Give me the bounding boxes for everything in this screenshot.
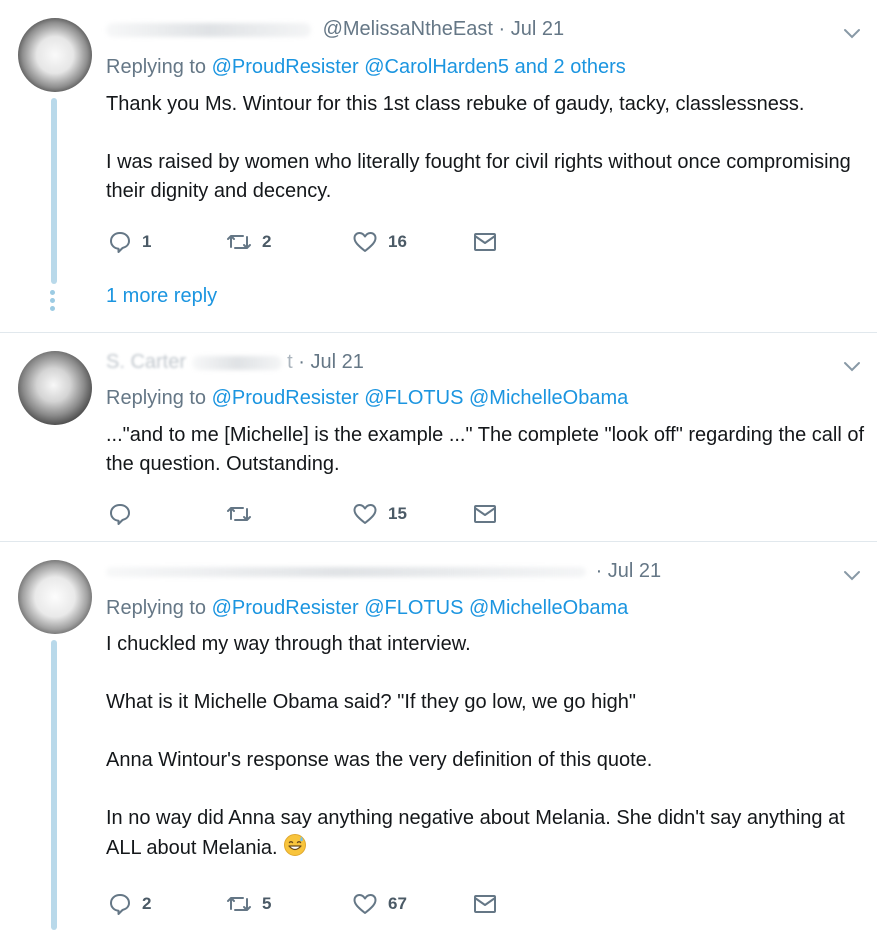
reply-icon	[110, 504, 130, 525]
heart-icon	[353, 504, 377, 524]
mention-link[interactable]: @ProudResister	[212, 56, 359, 78]
like-count: 16	[388, 232, 407, 251]
user-handle-tail: t	[287, 351, 293, 373]
retweet-icon	[227, 897, 251, 911]
retweet-count: 5	[262, 894, 272, 913]
tweet-text: Thank you Ms. Wintour for this 1st class…	[106, 90, 866, 206]
tweet-paragraph: In no way did Anna say anything negative…	[106, 804, 866, 863]
replying-prefix: Replying to	[106, 387, 207, 409]
obscured-display-name[interactable]: S. Carter	[106, 351, 186, 373]
mention-link[interactable]: @CarolHarden5	[364, 56, 509, 78]
separator: ·	[298, 351, 305, 373]
reply-icon	[110, 894, 130, 915]
tweet-header: @MelissaNtheEast · Jul 21	[106, 18, 564, 41]
obscured-handle	[191, 355, 282, 370]
reply-icon	[110, 232, 130, 253]
like-count: 15	[388, 504, 407, 523]
separator: ·	[498, 18, 506, 40]
replying-prefix: Replying to	[106, 56, 207, 78]
chevron-down-icon[interactable]	[843, 357, 861, 375]
tweet-date[interactable]: Jul 21	[511, 18, 564, 40]
chevron-down-icon[interactable]	[843, 24, 861, 42]
tweet-text: I chuckled my way through that interview…	[106, 630, 866, 863]
mention-link[interactable]: @FLOTUS	[364, 597, 463, 619]
tweet-date[interactable]: Jul 21	[311, 351, 364, 373]
replying-to: Replying to @ProudResister @FLOTUS @Mich…	[106, 597, 628, 620]
others-link[interactable]: and 2 others	[515, 56, 626, 78]
tweet-text: ..."and to me [Michelle] is the example …	[106, 421, 866, 479]
retweet-icon	[227, 507, 251, 521]
mention-link[interactable]: @FLOTUS	[364, 387, 463, 409]
retweet-button[interactable]	[226, 501, 262, 527]
obscured-display-name	[106, 22, 311, 37]
reply-button[interactable]: 1	[108, 229, 151, 255]
avatar[interactable]	[18, 18, 92, 92]
dm-button[interactable]	[472, 229, 498, 255]
retweet-button[interactable]: 2	[226, 229, 271, 255]
grinning-sweat-emoji-icon	[284, 834, 307, 856]
tweet-header: · Jul 21	[106, 560, 661, 583]
tweet-paragraph: What is it Michelle Obama said? "If they…	[106, 691, 637, 713]
tweet-paragraph: Thank you Ms. Wintour for this 1st class…	[106, 93, 805, 115]
mention-link[interactable]: @ProudResister	[212, 597, 359, 619]
envelope-icon	[474, 505, 496, 523]
reply-button[interactable]: 2	[108, 891, 151, 917]
dm-button[interactable]	[472, 501, 498, 527]
tweet-paragraph: I was raised by women who literally foug…	[106, 151, 851, 202]
mention-link[interactable]: @ProudResister	[212, 387, 359, 409]
mention-link[interactable]: @MichelleObama	[469, 387, 628, 409]
like-button[interactable]: 67	[352, 891, 407, 917]
tweet-paragraph: I chuckled my way through that interview…	[106, 633, 471, 655]
thread-line	[51, 640, 57, 930]
tweet-date[interactable]: Jul 21	[608, 560, 661, 582]
replying-to: Replying to @ProudResister @FLOTUS @Mich…	[106, 387, 628, 410]
tweet-1[interactable]: @MelissaNtheEast · Jul 21 Replying to @P…	[0, 0, 877, 332]
user-handle[interactable]: @MelissaNtheEast	[323, 18, 493, 40]
heart-icon	[353, 894, 377, 914]
tweet-paragraph: Anna Wintour's response was the very def…	[106, 749, 653, 771]
reply-count: 1	[142, 232, 152, 251]
retweet-icon	[227, 235, 251, 249]
tweet-paragraph-text: In no way did Anna say anything negative…	[106, 807, 845, 859]
like-button[interactable]: 16	[352, 229, 407, 255]
avatar[interactable]	[18, 560, 92, 634]
reply-count: 2	[142, 894, 152, 913]
reply-button[interactable]	[108, 501, 142, 527]
mention-link[interactable]: @MichelleObama	[469, 597, 628, 619]
tweet-paragraph: ..."and to me [Michelle] is the example …	[106, 424, 865, 475]
separator: ·	[595, 560, 603, 582]
thread-dots	[49, 290, 57, 314]
obscured-display-name	[106, 566, 586, 577]
chevron-down-icon[interactable]	[843, 566, 861, 584]
dm-button[interactable]	[472, 891, 498, 917]
replying-to: Replying to @ProudResister @CarolHarden5…	[106, 56, 626, 79]
like-button[interactable]: 15	[352, 501, 407, 527]
more-replies-link[interactable]: 1 more reply	[106, 285, 217, 308]
envelope-icon	[474, 233, 496, 251]
thread-line	[51, 98, 57, 284]
like-count: 67	[388, 894, 407, 913]
reply-feed: @MelissaNtheEast · Jul 21 Replying to @P…	[0, 0, 877, 930]
tweet-header: S. Carter t · Jul 21	[106, 351, 364, 374]
avatar[interactable]	[18, 351, 92, 425]
envelope-icon	[474, 895, 496, 913]
retweet-button[interactable]: 5	[226, 891, 271, 917]
replying-prefix: Replying to	[106, 597, 207, 619]
retweet-count: 2	[262, 232, 272, 251]
heart-icon	[353, 232, 377, 252]
tweet-3[interactable]: · Jul 21 Replying to @ProudResister @FLO…	[0, 542, 877, 930]
tweet-2[interactable]: S. Carter t · Jul 21 Replying to @ProudR…	[0, 333, 877, 540]
